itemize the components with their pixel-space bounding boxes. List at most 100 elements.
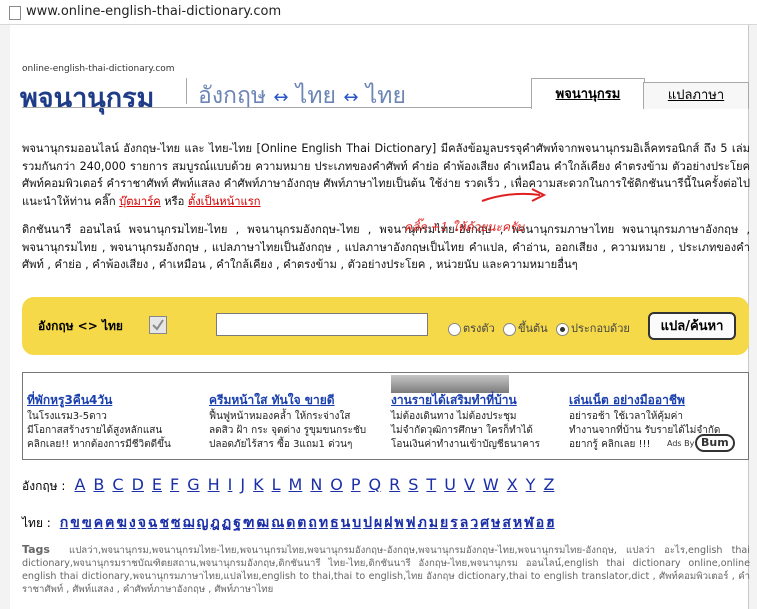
ad-title[interactable]: ครีมหน้าใส ทันใจ ขายดี <box>209 391 387 410</box>
thai-letter-link[interactable]: ก <box>60 515 68 531</box>
letter-link-r[interactable]: R <box>389 475 400 494</box>
ads-brand-logo[interactable]: Bum <box>695 434 735 452</box>
letter-link-q[interactable]: Q <box>369 475 382 494</box>
search-input[interactable] <box>216 313 428 336</box>
letter-link-y[interactable]: Y <box>526 475 536 494</box>
thai-letter-link[interactable]: ฬ <box>524 515 534 531</box>
thai-letter-link[interactable]: ฆ <box>116 515 126 531</box>
thai-letter-link[interactable]: ม <box>429 515 438 531</box>
ad-title[interactable]: งานรายได้เสริมทำที่บ้าน <box>391 391 569 410</box>
thai-letter-link[interactable]: ฐ <box>233 515 241 531</box>
letter-link-l[interactable]: L <box>272 475 281 494</box>
thai-letter-link[interactable]: ด <box>286 515 295 531</box>
letter-link-h[interactable]: H <box>208 475 220 494</box>
thai-letter-link[interactable]: ว <box>470 515 478 531</box>
thai-letter-link[interactable]: ณ <box>271 515 284 531</box>
letter-link-m[interactable]: M <box>289 475 303 494</box>
thai-letter-link[interactable]: ช <box>159 515 169 531</box>
ad-title[interactable]: เล่นเน็ต อย่างมืออาชีพ <box>569 391 747 410</box>
letter-link-t[interactable]: T <box>426 475 436 494</box>
letter-link-u[interactable]: U <box>444 475 456 494</box>
letter-link-o[interactable]: O <box>330 475 343 494</box>
plus-one-note: คลิ๊ก +1 ให้ด้วยนะครับ <box>404 220 525 234</box>
letter-link-i[interactable]: I <box>228 475 233 494</box>
thai-letter-link[interactable]: ป <box>363 515 372 531</box>
site-domain-label: online-english-thai-dictionary.com <box>22 64 175 74</box>
translate-search-button[interactable]: แปล/ค้นหา <box>648 312 736 340</box>
address-bar[interactable]: www.online-english-thai-dictionary.com <box>0 0 757 25</box>
letter-link-c[interactable]: C <box>112 475 123 494</box>
thai-letter-link[interactable]: ร <box>450 515 458 531</box>
ad-item[interactable]: ที่พักหรู3คืน4วัน ในโรงแรม3-5ดาว มีโอกาส… <box>27 373 205 452</box>
thai-letter-link[interactable]: ล <box>460 515 469 531</box>
letter-link-n[interactable]: N <box>310 475 322 494</box>
thai-letter-link[interactable]: ฏ <box>222 515 231 531</box>
thai-letter-link[interactable]: ฎ <box>210 515 219 531</box>
thai-letter-link[interactable]: ธ <box>330 515 339 531</box>
thai-letter-link[interactable]: พ <box>394 515 403 531</box>
letter-link-w[interactable]: W <box>483 475 499 494</box>
tab-translate[interactable]: แปลภาษา <box>643 82 749 109</box>
radio-circle[interactable] <box>503 322 516 336</box>
thai-letter-link[interactable]: ฉ <box>148 515 158 531</box>
ad-item[interactable]: งานรายได้เสริมทำที่บ้าน ไม่ต้องเดินทาง ไ… <box>391 373 569 452</box>
letter-link-b[interactable]: B <box>93 475 104 494</box>
thai-letter-link[interactable]: ฟ <box>406 515 416 531</box>
letter-link-g[interactable]: G <box>187 475 199 494</box>
letter-link-v[interactable]: V <box>464 475 475 494</box>
logo-divider <box>186 78 187 104</box>
letter-link-f[interactable]: F <box>170 475 179 494</box>
ad-text: ฟื้นฟูหน้าหมองคล้ำ ให้กระจ่างใส <box>209 411 351 422</box>
ad-title[interactable]: ที่พักหรู3คืน4วัน <box>27 391 205 410</box>
radio-starts-with[interactable]: ขึ้นต้น <box>503 319 548 337</box>
ad-item[interactable]: ครีมหน้าใส ทันใจ ขายดี ฟื้นฟูหน้าหมองคล้… <box>209 373 387 452</box>
language-toggle-checkbox[interactable] <box>149 316 167 334</box>
thai-letter-link[interactable]: ฑ <box>243 515 255 531</box>
thai-letter-link[interactable]: ฃ <box>82 515 92 531</box>
thai-letter-link[interactable]: ข <box>70 515 80 531</box>
thai-letter-link[interactable]: ซ <box>171 515 181 531</box>
letter-link-z[interactable]: Z <box>543 475 554 494</box>
thai-letter-link[interactable]: ผ <box>374 515 382 531</box>
letter-link-e[interactable]: E <box>152 475 162 494</box>
thai-letter-link[interactable]: ฅ <box>105 515 114 531</box>
letter-link-d[interactable]: D <box>132 475 144 494</box>
thai-letter-link[interactable]: ง <box>129 515 136 531</box>
bookmark-link[interactable]: บุ๊ตมาร์ค <box>119 195 161 208</box>
thai-letter-link[interactable]: บ <box>352 515 361 531</box>
tags-text: แปลว่า,พจนานุกรม,พจนานุกรมไทย-ไทย,พจนานุ… <box>22 545 750 595</box>
radio-exact[interactable]: ตรงตัว <box>448 319 495 337</box>
thai-letter-link[interactable]: ส <box>502 515 511 531</box>
radio-circle-selected[interactable] <box>556 322 569 336</box>
thai-letter-link[interactable]: ฮ <box>546 515 555 531</box>
thai-letter-link[interactable]: ฒ <box>257 515 270 531</box>
letter-link-k[interactable]: K <box>253 475 264 494</box>
thai-letter-link[interactable]: อ <box>536 515 544 531</box>
tab-dictionary[interactable]: พจนานุกรม <box>531 78 645 109</box>
thai-letter-link[interactable]: ค <box>94 515 103 531</box>
letter-link-a[interactable]: A <box>74 475 85 494</box>
thai-letter-link[interactable]: ย <box>440 515 448 531</box>
letter-link-x[interactable]: X <box>507 475 518 494</box>
site-logo[interactable]: พจนานุกรม <box>20 76 154 119</box>
thai-letter-link[interactable]: ถ <box>308 515 316 531</box>
thai-letter-link[interactable]: ฝ <box>384 515 392 531</box>
thai-letter-link[interactable]: ท <box>319 515 328 531</box>
letter-link-j[interactable]: J <box>240 475 245 494</box>
thai-letter-link[interactable]: ษ <box>491 515 500 531</box>
set-homepage-link[interactable]: ตั้งเป็นหน้าแรก <box>188 195 261 208</box>
thai-letter-link[interactable]: ศ <box>480 515 489 531</box>
thai-letter-link[interactable]: ญ <box>196 515 208 531</box>
letter-link-s[interactable]: S <box>408 475 418 494</box>
thai-letter-link[interactable]: น <box>341 515 351 531</box>
thai-letter-link[interactable]: ภ <box>418 515 427 531</box>
thai-letter-link[interactable]: ต <box>297 515 306 531</box>
radio-contains[interactable]: ประกอบด้วย <box>556 319 630 337</box>
thai-letter-link[interactable]: ห <box>513 515 522 531</box>
thai-letter-link[interactable]: จ <box>138 515 146 531</box>
thai-letter-link[interactable]: ฌ <box>182 515 194 531</box>
logo-sub-thai-2: ไทย <box>365 83 406 109</box>
url-text[interactable]: www.online-english-thai-dictionary.com <box>26 4 281 19</box>
radio-circle[interactable] <box>448 322 461 336</box>
letter-link-p[interactable]: P <box>351 475 361 494</box>
